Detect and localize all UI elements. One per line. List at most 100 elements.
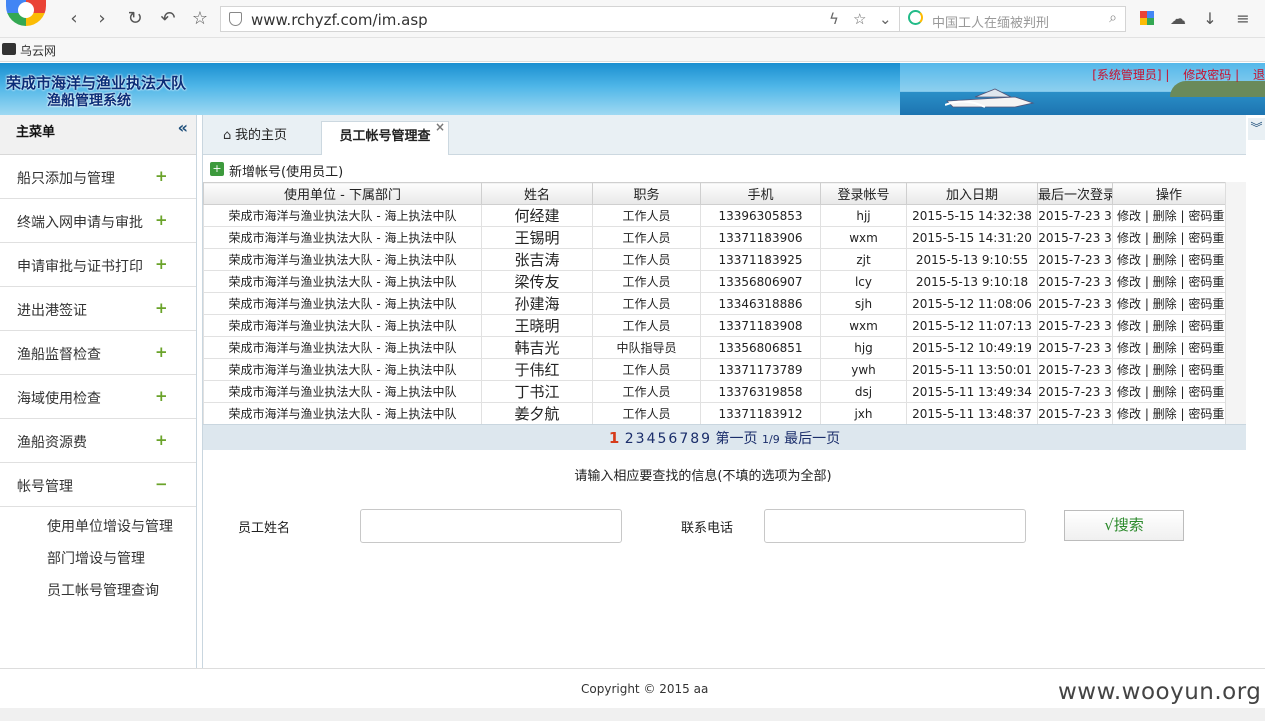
cell-actions[interactable]: 修改 | 删除 | 密码重置 (1112, 402, 1226, 425)
page-link[interactable]: 5 (657, 431, 666, 447)
cell-actions[interactable]: 修改 | 删除 | 密码重置 (1112, 204, 1226, 227)
table-row[interactable]: 荣成市海洋与渔业执法大队 - 海上执法中队 王晓明 工作人员 13371183908 w… (203, 314, 1226, 337)
dropdown-chevron-icon[interactable]: ⌄ (879, 10, 892, 28)
sidebar-item-ships[interactable]: 船只添加与管理 + (0, 155, 196, 199)
page-link[interactable]: 2 (625, 431, 634, 447)
user-role-link[interactable]: [系统管理员] (1092, 68, 1161, 82)
cell-mobile: 13371183925 (700, 248, 821, 271)
sidebar-item-port-visa[interactable]: 进出港签证 + (0, 287, 196, 331)
cell-actions[interactable]: 修改 | 删除 | 密码重置 (1112, 314, 1226, 337)
table-row[interactable]: 荣成市海洋与渔业执法大队 - 海上执法中队 丁书江 工作人员 13376319858 d… (203, 380, 1226, 403)
bookmark-link[interactable]: 乌云网 (20, 42, 56, 59)
search-box[interactable]: 中国工人在缅被判刑 ⌕ (900, 6, 1126, 32)
forward-icon[interactable]: › (91, 8, 113, 30)
col-header-joined[interactable]: 加入日期 (906, 182, 1038, 205)
table-row[interactable]: 荣成市海洋与渔业执法大队 - 海上执法中队 于伟红 工作人员 13371173789 y… (203, 358, 1226, 381)
sidebar-item-resource-fee[interactable]: 渔船资源费 + (0, 419, 196, 463)
expand-icon[interactable]: + (155, 387, 168, 405)
page-link[interactable]: 7 (679, 431, 688, 447)
expand-panel-icon[interactable]: ︾ (1248, 118, 1265, 140)
cell-actions[interactable]: 修改 | 删除 | 密码重置 (1112, 248, 1226, 271)
cell-joined: 2015-5-12 11:07:13 (906, 314, 1038, 337)
cell-actions[interactable]: 修改 | 删除 | 密码重置 (1112, 292, 1226, 315)
apps-grid-icon[interactable] (1140, 11, 1154, 25)
collapse-sidebar-icon[interactable]: « (178, 118, 188, 137)
cloud-icon[interactable]: ☁ (1167, 8, 1189, 30)
col-header-actions[interactable]: 操作 (1112, 182, 1226, 205)
download-icon[interactable]: ↓ (1199, 8, 1221, 30)
search-placeholder[interactable]: 中国工人在缅被判刑 (932, 12, 1049, 31)
last-page-link[interactable]: 最后一页 (784, 431, 840, 447)
cell-actions[interactable]: 修改 | 删除 | 密码重置 (1112, 358, 1226, 381)
table-row[interactable]: 荣成市海洋与渔业执法大队 - 海上执法中队 韩吉光 中队指导员 13356806851… (203, 336, 1226, 359)
page-link[interactable]: 9 (701, 431, 710, 447)
lightning-icon[interactable]: ϟ (829, 10, 839, 28)
page-link[interactable]: 6 (668, 431, 677, 447)
col-header-position[interactable]: 职务 (592, 182, 701, 205)
col-header-name[interactable]: 姓名 (481, 182, 593, 205)
cell-mobile: 13356806851 (700, 336, 821, 359)
table-scrollbar[interactable] (1225, 182, 1246, 424)
table-row[interactable]: 荣成市海洋与渔业执法大队 - 海上执法中队 孙建海 工作人员 13346318886 s… (203, 292, 1226, 315)
page-link[interactable]: 4 (647, 431, 656, 447)
address-bar[interactable]: www.rchyzf.com/im.asp ϟ ☆ ⌄ (220, 6, 900, 32)
cell-actions[interactable]: 修改 | 删除 | 密码重置 (1112, 270, 1226, 293)
add-account-button[interactable]: 新增帐号(使用员工) (229, 161, 343, 180)
table-row[interactable]: 荣成市海洋与渔业执法大队 - 海上执法中队 王锡明 工作人员 13371183906 w… (203, 226, 1226, 249)
close-tab-icon[interactable]: × (435, 112, 445, 142)
cell-joined: 2015-5-15 14:31:20 (906, 226, 1038, 249)
url-text[interactable]: www.rchyzf.com/im.asp (251, 11, 428, 29)
browser-logo-icon[interactable] (6, 0, 46, 26)
favorite-star-icon[interactable]: ☆ (189, 8, 211, 30)
back-icon[interactable]: ‹ (63, 8, 85, 30)
bookmark-star-icon[interactable]: ☆ (853, 10, 866, 28)
search-icon[interactable]: ⌕ (1109, 10, 1117, 26)
submenu-item-staff-accounts[interactable]: 员工帐号管理查询 (0, 577, 196, 609)
undo-icon[interactable]: ↶ (157, 8, 179, 30)
logout-link[interactable]: 退 (1253, 68, 1265, 82)
collapse-icon[interactable]: − (155, 475, 168, 493)
table-row[interactable]: 荣成市海洋与渔业执法大队 - 海上执法中队 姜夕航 工作人员 13371183912 j… (203, 402, 1226, 425)
sidebar-item-terminal[interactable]: 终端入网申请与审批 + (0, 199, 196, 243)
cell-login: hjj (820, 204, 907, 227)
expand-icon[interactable]: + (155, 211, 168, 229)
cell-login: lcy (820, 270, 907, 293)
phone-input[interactable] (764, 509, 1026, 543)
first-page-link[interactable]: 第一页 (716, 431, 758, 447)
col-header-last-login[interactable]: 最后一次登录 (1037, 182, 1113, 205)
col-header-unit[interactable]: 使用单位 - 下属部门 (203, 182, 482, 205)
sidebar-item-inspection[interactable]: 渔船监督检查 + (0, 331, 196, 375)
search-button[interactable]: √搜索 (1064, 510, 1184, 541)
cell-last-login: 2015-7-23 3 (1037, 336, 1113, 359)
cell-unit: 荣成市海洋与渔业执法大队 - 海上执法中队 (203, 380, 482, 403)
menu-icon[interactable]: ≡ (1232, 8, 1254, 30)
col-header-mobile[interactable]: 手机 (700, 182, 821, 205)
sidebar-item-sea-area[interactable]: 海域使用检查 + (0, 375, 196, 419)
expand-icon[interactable]: + (155, 299, 168, 317)
table-row[interactable]: 荣成市海洋与渔业执法大队 - 海上执法中队 梁传友 工作人员 13356806907 l… (203, 270, 1226, 293)
sidebar-item-certificates[interactable]: 申请审批与证书打印 + (0, 243, 196, 287)
expand-icon[interactable]: + (155, 255, 168, 273)
page-link[interactable]: 3 (636, 431, 645, 447)
page-link[interactable]: 8 (690, 431, 699, 447)
add-account-icon[interactable]: + (210, 162, 224, 176)
table-row[interactable]: 荣成市海洋与渔业执法大队 - 海上执法中队 张吉涛 工作人员 13371183925 z… (203, 248, 1226, 271)
col-header-login[interactable]: 登录帐号 (820, 182, 907, 205)
reload-icon[interactable]: ↻ (124, 8, 146, 30)
sidebar-item-accounts[interactable]: 帐号管理 − (0, 463, 196, 507)
expand-icon[interactable]: + (155, 343, 168, 361)
change-password-link[interactable]: 修改密码 (1183, 68, 1231, 82)
submenu-item-departments[interactable]: 部门增设与管理 (0, 545, 196, 577)
page-current[interactable]: 1 (609, 429, 619, 447)
cell-actions[interactable]: 修改 | 删除 | 密码重置 (1112, 380, 1226, 403)
name-input[interactable] (360, 509, 622, 543)
cell-actions[interactable]: 修改 | 删除 | 密码重置 (1112, 336, 1226, 359)
cell-actions[interactable]: 修改 | 删除 | 密码重置 (1112, 226, 1226, 249)
expand-icon[interactable]: + (155, 431, 168, 449)
tab-staff-accounts[interactable]: 员工帐号管理查 × (321, 120, 449, 155)
tab-home[interactable]: ⌂ 我的主页 (207, 121, 319, 155)
submenu-item-units[interactable]: 使用单位增设与管理 (0, 513, 196, 545)
expand-icon[interactable]: + (155, 167, 168, 185)
table-row[interactable]: 荣成市海洋与渔业执法大队 - 海上执法中队 何经建 工作人员 13396305853 h… (203, 204, 1226, 227)
separator: | (1161, 68, 1170, 82)
